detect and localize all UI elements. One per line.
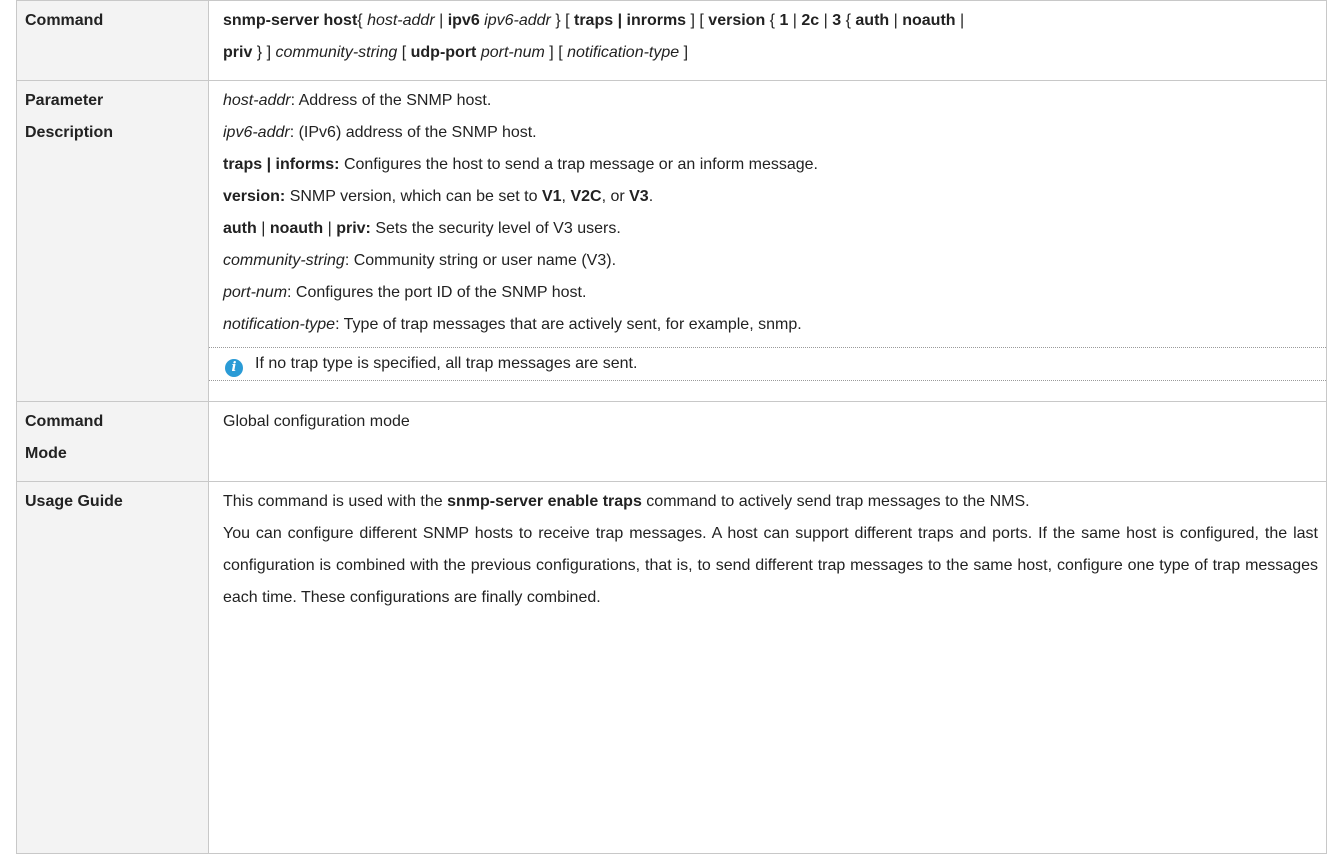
text-run: : Configures the port ID of the SNMP hos…: [287, 284, 587, 301]
info-icon: i: [225, 359, 243, 377]
command-label: Command: [16, 0, 209, 81]
text-run: priv: [223, 44, 253, 61]
command-mode-label: Command Mode: [16, 401, 209, 482]
text-run: noauth: [269, 220, 324, 237]
text-run: version: [708, 12, 766, 29]
usage-paragraph-1: This command is used with the snmp-serve…: [223, 486, 1318, 518]
text-run: traps | inrorms: [574, 12, 687, 29]
text-run: snmp-server host: [223, 12, 358, 29]
text-run: : Type of trap messages that are activel…: [335, 316, 802, 333]
mode-label-line-1: Command: [25, 413, 104, 430]
text-run: host-addr: [367, 12, 435, 29]
text-run: V3: [629, 188, 649, 205]
parameter-description-label: Parameter Description: [16, 80, 209, 402]
text-run: |: [323, 220, 337, 237]
command-syntax-line-2: priv } ] community-string [ udp-port por…: [223, 37, 1318, 69]
usage-paragraph-2: You can configure different SNMP hosts t…: [223, 525, 1318, 606]
text-run: 3: [832, 12, 842, 29]
text-run: ]: [679, 44, 689, 61]
text-run: } ]: [252, 44, 276, 61]
text-run: snmp-server enable traps: [447, 493, 642, 510]
text-run: , or: [601, 188, 630, 205]
param-line-notification-type: notification-type: Type of trap messages…: [223, 309, 1318, 341]
text-run: auth: [855, 12, 890, 29]
text-run: : Community string or user name (V3).: [344, 252, 617, 269]
text-run: ] [: [686, 12, 709, 29]
text-run: Sets the security level of V3 users.: [370, 220, 621, 237]
text-run: {: [765, 12, 780, 29]
text-run: traps | informs:: [223, 156, 340, 173]
text-run: udp-port: [410, 44, 477, 61]
usage-guide-cell: This command is used with the snmp-serve…: [208, 481, 1327, 854]
text-run: host-addr: [223, 92, 291, 109]
usage-guide-label: Usage Guide: [16, 481, 209, 854]
param-line-host-addr: host-addr: Address of the SNMP host.: [223, 85, 1318, 117]
text-run: {: [841, 12, 856, 29]
note-text: If no trap type is specified, all trap m…: [255, 355, 638, 372]
command-syntax-line-1: snmp-server host{ host-addr | ipv6 ipv6-…: [223, 5, 1318, 37]
command-reference-table: Command snmp-server host{ host-addr | ip…: [16, 0, 1327, 854]
text-run: This command is used with the: [223, 493, 448, 510]
usage-guide-label-text: Usage Guide: [25, 493, 123, 510]
parameter-label-line-2: Description: [25, 124, 114, 141]
command-mode-cell: Global configuration mode: [208, 401, 1327, 482]
note-box: i If no trap type is specified, all trap …: [209, 347, 1326, 381]
text-run: ipv6-addr: [223, 124, 290, 141]
text-run: command to actively send trap messages t…: [641, 493, 1030, 510]
usage-guide-row: Usage Guide This command is used with th…: [16, 481, 1327, 854]
text-run: port-num: [480, 44, 545, 61]
text-run: [: [397, 44, 411, 61]
text-run: Configures the host to send a trap messa…: [339, 156, 818, 173]
text-run: {: [357, 12, 368, 29]
text-run: ipv6: [447, 12, 480, 29]
text-run: ipv6-addr: [484, 12, 551, 29]
param-line-community-string: community-string: Community string or us…: [223, 245, 1318, 277]
parameter-description-row: Parameter Description host-addr: Address…: [16, 80, 1327, 402]
command-label-text: Command: [25, 12, 104, 29]
text-run: : Address of the SNMP host.: [290, 92, 492, 109]
text-run: ] [: [544, 44, 568, 61]
command-mode-text: Global configuration mode: [223, 413, 410, 430]
text-run: |: [434, 12, 448, 29]
param-line-ipv6-addr: ipv6-addr: (IPv6) address of the SNMP ho…: [223, 117, 1318, 149]
text-run: notification-type: [567, 44, 680, 61]
text-run: .: [648, 188, 654, 205]
param-line-port-num: port-num: Configures the port ID of the …: [223, 277, 1318, 309]
command-syntax-cell: snmp-server host{ host-addr | ipv6 ipv6-…: [208, 0, 1327, 81]
command-row: Command snmp-server host{ host-addr | ip…: [16, 0, 1327, 81]
text-run: community-string: [275, 44, 398, 61]
text-run: SNMP version, which can be set to: [285, 188, 542, 205]
text-run: version:: [223, 188, 286, 205]
text-run: priv:: [336, 220, 371, 237]
text-run: noauth: [902, 12, 956, 29]
text-run: V2C: [570, 188, 602, 205]
parameter-description-cell: host-addr: Address of the SNMP host. ipv…: [208, 80, 1327, 402]
text-run: port-num: [223, 284, 288, 301]
text-run: } [: [550, 12, 574, 29]
text-run: |: [256, 220, 270, 237]
text-run: |: [819, 12, 833, 29]
text-run: auth: [223, 220, 257, 237]
mode-label-line-2: Mode: [25, 445, 67, 462]
parameter-label-line-1: Parameter: [25, 92, 104, 109]
text-run: V1: [541, 188, 562, 205]
text-run: community-string: [223, 252, 345, 269]
param-line-version: version: SNMP version, which can be set …: [223, 181, 1318, 213]
text-run: |: [788, 12, 802, 29]
text-run: : (IPv6) address of the SNMP host.: [289, 124, 537, 141]
command-mode-row: Command Mode Global configuration mode: [16, 401, 1327, 482]
text-run: |: [955, 12, 965, 29]
text-run: notification-type: [223, 316, 336, 333]
text-run: 2c: [801, 12, 820, 29]
text-run: |: [889, 12, 903, 29]
param-line-security-level: auth | noauth | priv: Sets the security …: [223, 213, 1318, 245]
param-line-traps-informs: traps | informs: Configures the host to …: [223, 149, 1318, 181]
